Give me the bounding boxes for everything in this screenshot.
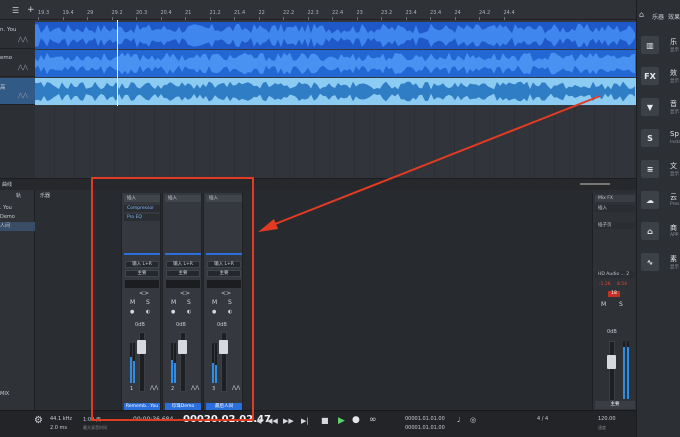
annotation-arrow	[258, 95, 601, 232]
studio-one-window: ☰ + 19.3 19.4 29 29.2 20.3 20.4 21 21.2 21.4 22 22…	[0, 0, 680, 437]
